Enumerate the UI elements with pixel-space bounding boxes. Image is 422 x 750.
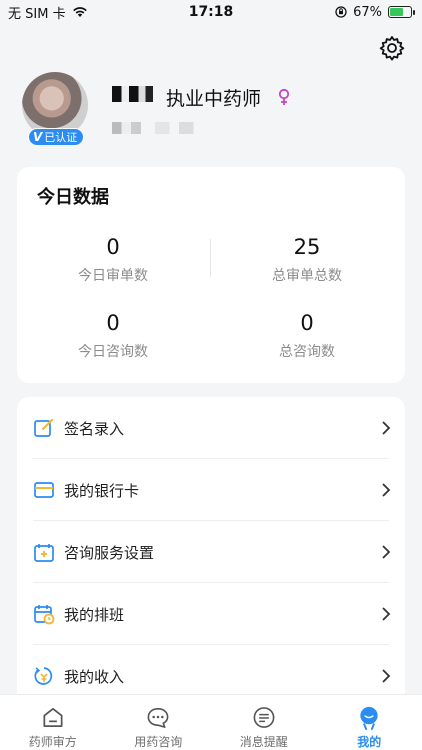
income-icon <box>34 667 53 685</box>
battery-icon <box>388 6 415 18</box>
menu-item-schedule[interactable]: 我的排班 <box>17 583 405 645</box>
schedule-icon <box>34 605 55 625</box>
tab-label: 消息提醒 <box>239 735 288 749</box>
menu-item-signature[interactable]: 签名录入 <box>17 397 405 459</box>
status-bar: 无 SIM 卡 17:18 67% <box>0 0 422 24</box>
tab-mine[interactable]: 我的 <box>317 695 422 750</box>
status-time: 17:18 <box>188 4 234 20</box>
home-icon <box>43 707 63 728</box>
tab-message-reminder[interactable]: 消息提醒 <box>211 695 317 750</box>
chevron-right-icon <box>382 669 391 683</box>
profile-icon <box>360 706 378 730</box>
menu-item-bank-card[interactable]: 我的银行卡 <box>17 459 405 521</box>
stat-label: 总审单总数 <box>272 268 342 284</box>
menu-label: 我的收入 <box>64 667 125 686</box>
stat-label: 总咨询数 <box>279 344 335 360</box>
battery-level <box>390 8 404 16</box>
subtitle-redacted <box>112 122 208 134</box>
female-icon <box>278 88 290 105</box>
stat-value: 0 <box>300 311 314 335</box>
menu-label: 签名录入 <box>64 419 125 438</box>
verified-label: 已认证 <box>44 131 78 144</box>
name-redacted <box>112 86 160 102</box>
tab-label: 我的 <box>357 735 382 749</box>
stat-value: 0 <box>106 311 120 335</box>
stat-today-consults[interactable]: 0 今日咨询数 <box>23 311 203 361</box>
chevron-right-icon <box>382 421 391 435</box>
stat-value: 0 <box>106 235 120 259</box>
stat-total-consults[interactable]: 0 总咨询数 <box>217 311 397 361</box>
pharmacist-title: 执业中药师 <box>166 88 262 110</box>
chevron-right-icon <box>382 545 391 559</box>
gear-icon[interactable] <box>378 34 406 62</box>
menu-label: 我的银行卡 <box>64 481 140 500</box>
tab-label: 用药咨询 <box>134 735 183 749</box>
stat-label: 今日咨询数 <box>78 344 148 360</box>
chevron-right-icon <box>382 483 391 497</box>
calendar-add-icon <box>34 544 54 562</box>
tab-bar: 药师审方 用药咨询 消息提醒 我的 <box>0 694 422 750</box>
stat-total-reviews[interactable]: 25 总审单总数 <box>217 235 397 285</box>
verified-icon: V <box>33 130 43 144</box>
chat-icon <box>147 708 169 728</box>
edit-icon <box>34 419 53 437</box>
profile-header: V 已认证 执业中药师 <box>0 24 422 164</box>
stat-today-reviews[interactable]: 0 今日审单数 <box>23 235 203 285</box>
card-title: 今日数据 <box>37 187 109 208</box>
menu-item-consult-settings[interactable]: 咨询服务设置 <box>17 521 405 583</box>
message-icon <box>253 707 275 728</box>
menu-label: 咨询服务设置 <box>64 543 155 562</box>
chevron-right-icon <box>382 607 391 621</box>
stat-label: 今日审单数 <box>78 268 148 284</box>
verified-badge: V 已认证 <box>28 128 85 146</box>
stat-divider <box>210 239 211 277</box>
tab-label: 药师审方 <box>28 735 77 749</box>
tab-prescription-review[interactable]: 药师审方 <box>0 695 106 750</box>
tab-medication-consult[interactable]: 用药咨询 <box>106 695 212 750</box>
stat-value: 25 <box>293 235 321 259</box>
today-data-card: 今日数据 0 今日审单数 25 总审单总数 0 今日咨询数 0 总咨询数 <box>17 167 405 383</box>
card-icon <box>34 482 54 498</box>
menu-label: 我的排班 <box>64 605 125 624</box>
menu-card: 签名录入 我的银行卡 咨询服务设置 我的排班 我的收入 <box>17 397 405 707</box>
